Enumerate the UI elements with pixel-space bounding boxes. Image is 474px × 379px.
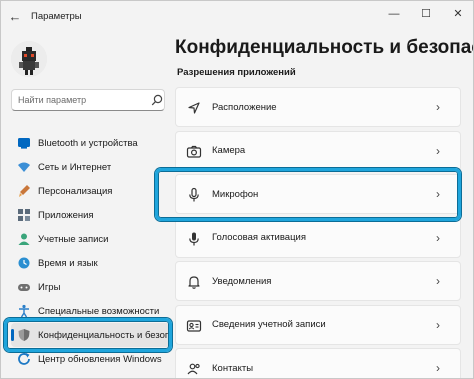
wifi-icon [17,160,31,174]
list-item-label: Голосовая активация [212,232,306,243]
back-button[interactable]: ← [7,9,23,25]
list-item-label: Сведения учетной записи [212,319,326,330]
apps-icon [17,208,31,222]
app-title: Параметры [31,11,82,22]
sidebar-item-apps[interactable]: Приложения [11,203,171,227]
chevron-right-icon: › [436,143,440,158]
robot-avatar-icon [11,41,47,77]
permissions-list: Расположение › Камера › Микрофон › Голос… [175,87,461,378]
accessibility-icon [17,304,31,318]
close-button[interactable]: ✕ [447,5,469,23]
sidebar-item-label: Центр обновления Windows [38,353,162,365]
microphone-icon [186,187,202,203]
list-item-account-info[interactable]: Сведения учетной записи › [175,304,461,345]
sidebar-item-accessibility[interactable]: Специальные возможности [11,299,171,323]
bell-icon [186,274,202,290]
list-item-contacts[interactable]: Контакты › [175,348,461,378]
search-icon[interactable] [150,93,164,107]
list-item-label: Расположение [212,101,277,113]
shield-icon [17,328,31,342]
voice-activation-icon [186,231,202,247]
location-icon [186,100,202,116]
list-item-microphone[interactable]: Микрофон › [175,174,461,214]
sidebar-item-label: Специальные возможности [38,305,160,317]
list-item-voice-activation[interactable]: Голосовая активация › [175,217,461,258]
person-icon [17,232,31,246]
account-info-icon [186,318,202,334]
list-item-label: Уведомления [212,275,272,287]
chevron-right-icon: › [436,274,440,288]
avatar[interactable] [11,41,47,77]
sidebar-item-privacy-security[interactable]: Конфиденциальность и безопасность [11,323,171,347]
sidebar-item-label: Приложения [38,209,94,221]
list-item-camera[interactable]: Камера › [175,130,461,171]
list-item-notifications[interactable]: Уведомления › [175,261,461,301]
bluetooth-icon [17,136,31,150]
list-item-location[interactable]: Расположение › [175,87,461,127]
camera-icon [186,144,202,160]
sidebar-item-label: Bluetooth и устройства [38,137,138,149]
chevron-right-icon: › [436,187,440,201]
list-item-label: Контакты [212,362,254,374]
globe-time-icon [17,256,31,270]
title-bar: ← Параметры — ☐ ✕ [1,1,473,33]
sidebar-item-windows-update[interactable]: Центр обновления Windows [11,347,171,371]
maximize-button[interactable]: ☐ [415,5,437,23]
sidebar-item-time-language[interactable]: Время и язык [11,251,171,275]
page-title: Конфиденциальность и безопасность [175,37,473,58]
sidebar-item-label: Персонализация [38,185,113,197]
chevron-right-icon: › [436,317,440,332]
sidebar-item-network[interactable]: Сеть и Интернет [11,155,171,179]
list-item-label: Камера [212,145,246,156]
sidebar-item-gaming[interactable]: Игры [11,275,171,299]
sidebar-nav: Bluetooth и устройства Сеть и Интернет П… [11,131,171,371]
contacts-icon [186,361,202,377]
sidebar-item-label: Учетные записи [38,233,109,245]
chevron-right-icon: › [436,361,440,375]
sidebar-item-bluetooth[interactable]: Bluetooth и устройства [11,131,171,155]
sidebar-item-personalization[interactable]: Персонализация [11,179,171,203]
search-box[interactable] [11,89,165,111]
chevron-right-icon: › [436,230,440,245]
list-item-label: Микрофон [212,188,259,200]
sidebar-item-accounts[interactable]: Учетные записи [11,227,171,251]
chevron-right-icon: › [436,100,440,114]
sidebar-item-label: Сеть и Интернет [38,161,112,173]
settings-window: ← Параметры — ☐ ✕ Найти параметр Bluetoo… [0,0,474,379]
update-icon [17,352,31,366]
search-input[interactable] [18,93,142,107]
sidebar-item-label: Конфиденциальность и безопасность [38,329,171,341]
brush-icon [17,184,31,198]
gamepad-icon [17,280,31,294]
sidebar-item-label: Игры [38,281,61,293]
sidebar-item-label: Время и язык [38,257,98,269]
minimize-button[interactable]: — [383,5,405,23]
section-title: Разрешения приложений [177,67,296,78]
